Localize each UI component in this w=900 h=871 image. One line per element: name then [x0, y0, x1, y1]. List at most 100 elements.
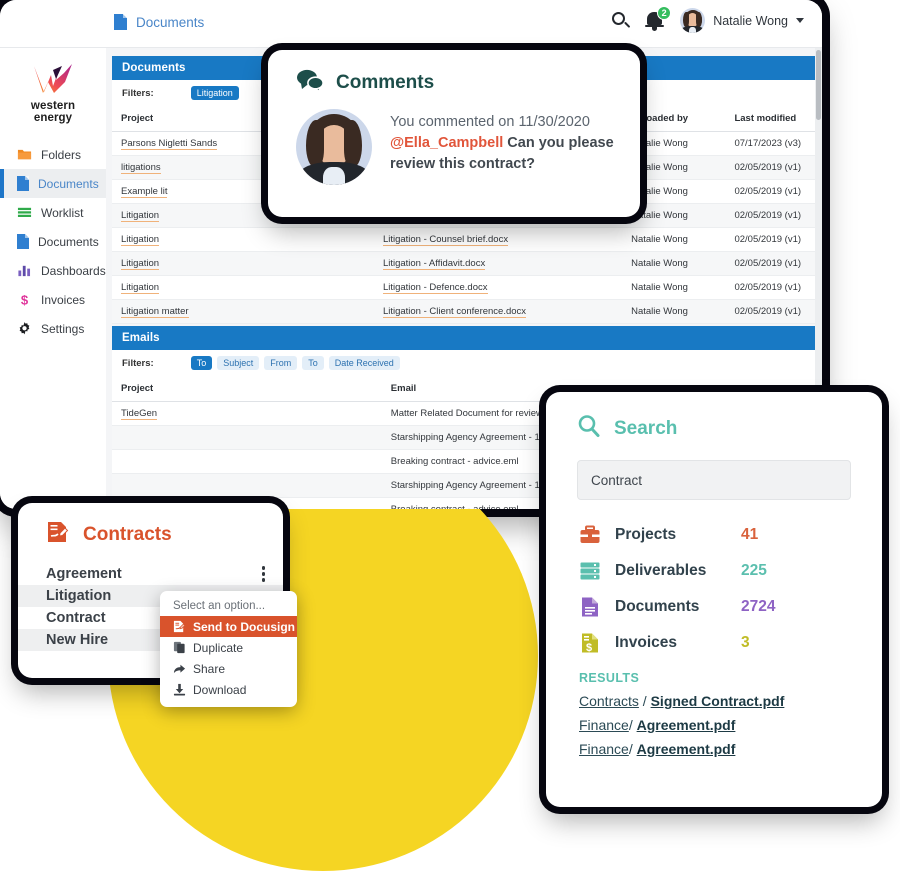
- user-menu[interactable]: Natalie Wong: [680, 8, 804, 33]
- duplicate-icon: [173, 641, 186, 654]
- result-item[interactable]: Contracts / Signed Contract.pdf: [579, 693, 882, 709]
- menu-item-download[interactable]: Download: [160, 679, 297, 700]
- result-folder[interactable]: Finance: [579, 741, 629, 757]
- table-row[interactable]: Litigation matter Litigation - Client con…: [112, 299, 822, 324]
- menu-item-send-to-docusign[interactable]: Send to Docusign: [160, 616, 297, 637]
- stat-row-deliverables[interactable]: Deliverables 225: [579, 553, 882, 589]
- cell-project[interactable]: Litigation: [112, 251, 374, 276]
- cell-project[interactable]: [112, 449, 382, 474]
- sidebar-item-label: Settings: [41, 321, 85, 336]
- results-header: RESULTS: [579, 671, 640, 685]
- stage: Documents 2 Natalie Wong western energy …: [0, 0, 900, 871]
- stat-row-invoices[interactable]: $ Invoices 3: [579, 625, 882, 661]
- result-folder[interactable]: Finance: [579, 717, 629, 733]
- comment-text: You commented on 11/30/2020 @Ella_Campbe…: [390, 109, 618, 185]
- emails-filters: Filters: To Subject From To Date Receive…: [112, 350, 822, 376]
- western-energy-logo-icon: [31, 62, 75, 96]
- cell-last-modified: 02/05/2019 (v1): [725, 251, 822, 276]
- document-icon: [579, 596, 601, 618]
- sidebar-item-label: Worklist: [41, 205, 84, 220]
- cell-filename[interactable]: Litigation - Affidavit.docx: [373, 251, 623, 276]
- table-row[interactable]: Litigation Litigation - Counsel brief.doc…: [112, 227, 822, 252]
- stat-row-documents[interactable]: Documents 2724: [579, 589, 882, 625]
- sidebar-item-dashboards[interactable]: Dashboards: [0, 256, 106, 285]
- table-row[interactable]: Litigation Litigation - Defence.docx Natal…: [112, 275, 822, 300]
- sidebar-item-documents[interactable]: Documents: [0, 169, 106, 198]
- docusign-icon: [173, 620, 186, 633]
- sidebar-item-label: Dashboards: [41, 263, 106, 278]
- bell-icon[interactable]: 2: [645, 5, 672, 32]
- cell-last-modified: 02/05/2019 (v1): [725, 203, 822, 228]
- sidebar-item-settings[interactable]: Settings: [0, 314, 106, 343]
- kebab-menu-icon[interactable]: [261, 566, 265, 582]
- menu-item-label: Duplicate: [193, 640, 244, 655]
- filter-chip-to[interactable]: To: [190, 356, 213, 370]
- sidebar-item-label: Invoices: [41, 292, 86, 307]
- result-separator: /: [638, 693, 651, 709]
- comment-meta: You commented on 11/30/2020: [390, 114, 590, 130]
- breadcrumb[interactable]: Documents: [114, 14, 204, 30]
- table-row[interactable]: Litigation Litigation - Affidavit.docx Nat…: [112, 251, 822, 276]
- avatar: [296, 109, 372, 185]
- result-file[interactable]: Agreement.pdf: [637, 741, 736, 757]
- download-icon: [173, 683, 186, 696]
- result-item[interactable]: Finance/ Agreement.pdf: [579, 717, 882, 733]
- brand-logo: western energy: [0, 58, 106, 140]
- menu-item-share[interactable]: Share: [160, 658, 297, 679]
- cell-project[interactable]: [112, 473, 382, 498]
- cell-last-modified: 02/05/2019 (v1): [725, 155, 822, 180]
- result-file[interactable]: Agreement.pdf: [637, 717, 736, 733]
- search-input[interactable]: Contract: [577, 460, 851, 500]
- scrollbar-thumb[interactable]: [816, 50, 821, 120]
- filter-chip-subject[interactable]: Subject: [217, 356, 260, 370]
- filter-chip-from[interactable]: From: [264, 356, 298, 370]
- result-item[interactable]: Finance/ Agreement.pdf: [579, 741, 882, 757]
- cell-filename[interactable]: Litigation - Counsel brief.docx: [373, 227, 623, 252]
- cell-uploaded-by: Natalie Wong: [622, 227, 726, 252]
- cell-last-modified: 02/05/2019 (v1): [725, 299, 822, 324]
- comments-bubble-icon: [296, 68, 324, 97]
- comments-card: Comments You commented on 11/30/2020 @El…: [268, 50, 640, 217]
- sidebar-item-worklist[interactable]: Worklist: [0, 198, 106, 227]
- cell-project[interactable]: TideGen: [112, 401, 382, 426]
- col-project: Project: [112, 376, 382, 402]
- cell-filename[interactable]: Litigation - Client conference.docx: [373, 299, 623, 324]
- sidebar-item-label: Documents: [38, 176, 99, 191]
- briefcase-icon: [579, 524, 601, 546]
- stat-value: 41: [741, 526, 759, 543]
- cell-project[interactable]: [112, 425, 382, 450]
- chevron-down-icon: [796, 18, 804, 23]
- topbar-actions: 2 Natalie Wong: [612, 5, 804, 33]
- sidebar-item-invoices[interactable]: $ Invoices: [0, 285, 106, 314]
- cell-project[interactable]: Litigation: [112, 275, 374, 300]
- sidebar-item-folders[interactable]: Folders: [0, 140, 106, 169]
- cell-project[interactable]: Litigation matter: [112, 299, 374, 324]
- share-icon: [173, 662, 186, 675]
- search-icon[interactable]: [612, 11, 631, 30]
- cell-filename[interactable]: Litigation - Defence.docx: [373, 275, 623, 300]
- sidebar-item-label: Documents: [38, 234, 99, 249]
- menu-item-label: Download: [193, 682, 247, 697]
- result-file[interactable]: Signed Contract.pdf: [651, 693, 785, 709]
- cell-project[interactable]: Litigation: [112, 227, 374, 252]
- contracts-header: Contracts: [18, 503, 283, 549]
- filter-chip-to-2[interactable]: To: [302, 356, 324, 370]
- option-menu: Select an option... Send to Docusign Dup…: [160, 591, 297, 707]
- comment-mention[interactable]: @Ella_Campbell: [390, 135, 503, 151]
- filter-chip-litigation[interactable]: Litigation: [190, 86, 239, 100]
- menu-item-duplicate[interactable]: Duplicate: [160, 637, 297, 658]
- sidebar-item-documents-2[interactable]: Documents: [0, 227, 106, 256]
- result-folder[interactable]: Contracts: [579, 693, 639, 709]
- comment-item: You commented on 11/30/2020 @Ella_Campbe…: [268, 97, 640, 185]
- list-item[interactable]: Agreement: [18, 563, 283, 585]
- cell-uploaded-by: Natalie Wong: [622, 275, 726, 300]
- search-title: Search: [614, 417, 678, 439]
- stat-row-projects[interactable]: Projects 41: [579, 517, 882, 553]
- search-card: Search Contract Projects 41 Deliverables…: [546, 392, 882, 807]
- document-icon: [17, 176, 29, 191]
- search-icon: [577, 414, 601, 443]
- filter-chip-date-received[interactable]: Date Received: [328, 356, 400, 370]
- search-query-value: Contract: [591, 472, 643, 488]
- stat-label: Projects: [615, 526, 677, 543]
- menu-header: Select an option...: [173, 600, 266, 612]
